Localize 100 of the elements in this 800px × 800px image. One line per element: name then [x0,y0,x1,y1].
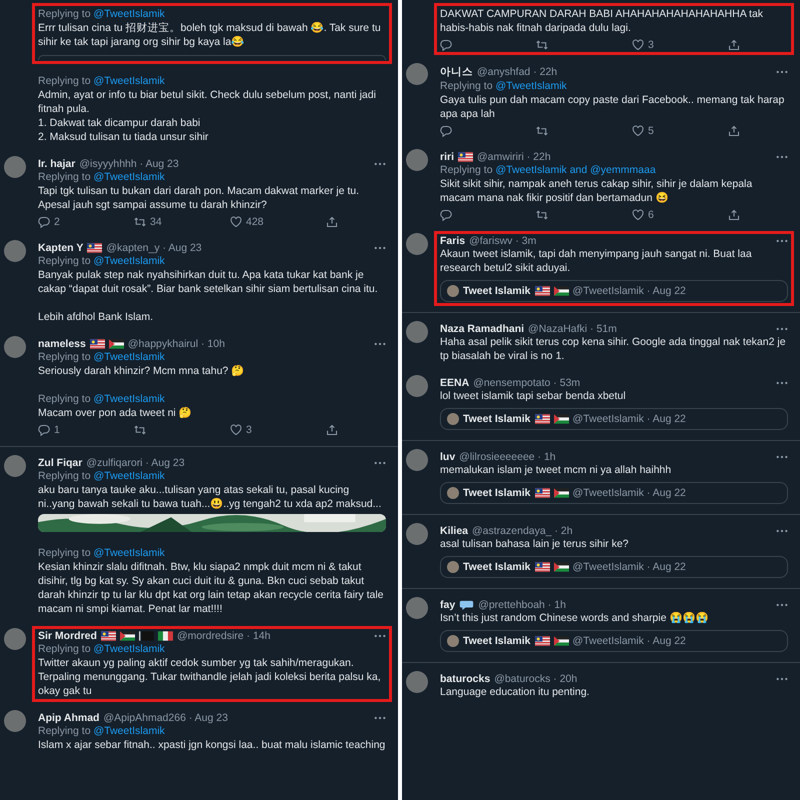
tweet-text: DAKWAT CAMPURAN DARAH BABI AHAHAHAHAHAHAHAHHA tak habis-habis nak fitnah daripada dulu lagi. [440,7,764,35]
more-icon[interactable] [374,461,386,465]
share-icon[interactable] [326,424,338,436]
user-name[interactable]: luv [440,451,456,463]
share-icon[interactable] [728,209,740,221]
mention-link[interactable]: @TweetIslamik [93,547,165,559]
handle-and-time: @TweetIslamik · Aug 22 [572,635,686,647]
user-name[interactable]: riri [440,151,454,163]
tweet-text: Macam over pon ada tweet ni 🤔 [38,406,193,420]
avatar[interactable] [4,455,26,477]
more-icon[interactable] [776,455,788,459]
reply-count: 1 [54,424,60,436]
mention-link[interactable]: @TweetIslamik [93,725,165,737]
avatar[interactable] [406,321,428,343]
user-name[interactable]: Faris [440,235,466,247]
user-name[interactable]: baturocks [440,673,490,685]
more-icon[interactable] [776,677,788,681]
user-name[interactable]: Kiliea [440,525,468,537]
mention-link[interactable]: @TweetIslamik [93,8,165,20]
heart-icon[interactable] [632,125,644,137]
tweet-text: asal tulisan bahasa lain je terus sihir ke? [440,537,630,551]
mention-link[interactable]: @TweetIslamik [93,393,165,405]
user-name[interactable]: Kapten Y [38,242,84,254]
more-icon[interactable] [374,716,386,720]
avatar[interactable] [406,149,428,171]
reply-icon[interactable] [440,209,452,221]
user-name[interactable]: Ir. hajar [38,158,76,170]
avatar[interactable] [4,156,26,178]
quoted-tweet-card[interactable]: Tweet Islamik @TweetIslamik · Aug 22 [440,482,788,504]
reply-icon[interactable] [38,424,50,436]
heart-icon[interactable] [230,216,242,228]
quoted-tweet-card[interactable]: Tweet Islamik @TweetIslamik · Aug 22 [440,280,788,302]
avatar[interactable] [406,375,428,397]
user-name[interactable]: Naza Ramadhani [440,323,524,335]
reply-icon[interactable] [440,39,452,51]
user-name[interactable]: EENA [440,377,470,389]
retweet-icon[interactable] [536,209,548,221]
avatar[interactable] [4,628,26,650]
more-icon[interactable] [776,327,788,331]
avatar[interactable] [4,240,26,262]
mention-link[interactable]: @TweetIslamik [93,351,165,363]
mention-link[interactable]: @TweetIslamik [93,470,165,482]
avatar[interactable] [406,523,428,545]
more-icon[interactable] [776,155,788,159]
mention-link[interactable]: @TweetIslamik [93,171,165,183]
tweet-text: Haha asal pelik sikit terus cop kena sihir. Google ada tinggal nak tekan2 je tp biasalah be viral is no 1. [440,335,787,363]
more-icon[interactable] [374,634,386,638]
mention-link[interactable]: @TweetIslamik and @yemmmaaa [495,164,656,176]
user-name[interactable]: fay [440,599,456,611]
user-name[interactable]: Zul Fiqar [38,457,82,469]
heart-icon[interactable] [632,39,644,51]
mention-link[interactable]: @TweetIslamik [495,80,567,92]
avatar[interactable] [406,63,428,85]
heart-icon[interactable] [632,209,644,221]
quoted-tweet-card[interactable]: Tweet Islamik @TweetIslamik · Aug 22 [440,408,788,430]
tweet-text: Language education itu penting. [440,685,590,699]
avatar[interactable] [406,233,428,255]
user-name: Tweet Islamik [463,487,531,499]
more-icon[interactable] [374,342,386,346]
user-name[interactable]: nameless [38,338,86,350]
mention-link[interactable]: @TweetIslamik [93,75,165,87]
more-icon[interactable] [374,246,386,250]
replying-to-line: Replying to @TweetIslamik [38,724,166,738]
more-icon[interactable] [776,70,788,74]
avatar[interactable] [406,449,428,471]
tweet-text: Banyak pulak step nak nyahsihirkan duit tu. Apa kata tukar kat bank je cakap “dapat duit rosak”. Biar bank setelkan sihir siam bertulisan cina itu. Lebih afdhol Bank Islam. [38,268,379,324]
handle-and-time: @fariswv · 3m [469,235,536,247]
more-icon[interactable] [776,603,788,607]
like-count: 428 [246,216,264,228]
avatar[interactable] [406,671,428,693]
heart-icon[interactable] [230,424,242,436]
avatar [447,561,459,573]
quoted-tweet-card[interactable]: Tweet Islamik @TweetIslamik · Aug 22 [440,556,788,578]
user-name[interactable]: 아니스 [440,65,473,79]
tweet-text: memalukan islam je tweet mcm ni ya allah haihhh [440,463,672,477]
tweet-text: Twitter akaun yg paling aktif cedok sumber yg tak sahih/meragukan. Terpaling menunggang. Tukar twithandle jelah jadi koleksi berita palsu ka, okay gak tu [38,656,382,698]
quoted-tweet-card[interactable]: Tweet Islamik @TweetIslamik · Aug 22 [440,630,788,652]
retweet-icon[interactable] [536,125,548,137]
share-icon[interactable] [326,216,338,228]
more-icon[interactable] [776,529,788,533]
avatar [447,285,459,297]
mention-link[interactable]: @TweetIslamik [93,643,165,655]
retweet-icon[interactable] [134,424,146,436]
avatar[interactable] [4,710,26,732]
user-name[interactable]: Sir Mordred [38,630,97,642]
retweet-icon[interactable] [536,39,548,51]
reply-icon[interactable] [440,125,452,137]
reply-icon[interactable] [38,216,50,228]
user-name[interactable]: Apip Ahmad [38,712,100,724]
handle-and-time: @TweetIslamik · Aug 22 [572,413,686,425]
retweet-icon[interactable] [134,216,146,228]
avatar[interactable] [4,336,26,358]
more-icon[interactable] [776,381,788,385]
more-icon[interactable] [776,239,788,243]
more-icon[interactable] [374,162,386,166]
share-icon[interactable] [728,125,740,137]
avatar[interactable] [406,597,428,619]
mention-link[interactable]: @TweetIslamik [93,255,165,267]
share-icon[interactable] [728,39,740,51]
like-count: 6 [648,209,654,221]
